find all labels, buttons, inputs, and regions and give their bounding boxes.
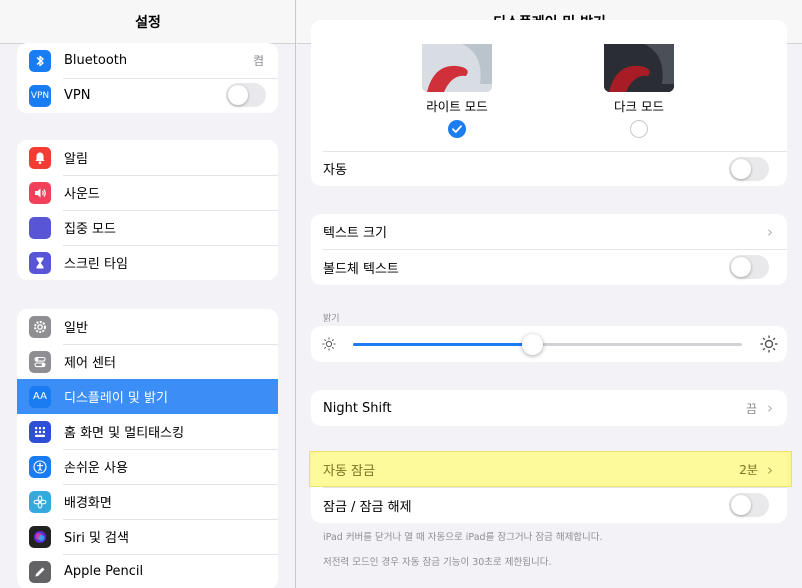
sun-small-icon (321, 336, 337, 356)
sidebar-group-general: 일반 제어 센터 AA 디스플레이 및 밝기 홈 화면 및 멀티태스킹 손쉬운 … (17, 309, 278, 588)
sidebar-item-accessibility[interactable]: 손쉬운 사용 (17, 449, 278, 484)
highlight-box (309, 451, 792, 487)
sidebar-group-notifications: 알림 사운드 집중 모드 스크린 타임 (17, 140, 278, 280)
sidebar-item-label: 디스플레이 및 밝기 (64, 391, 168, 406)
sidebar-group-connectivity: Bluetooth 켬 VPN VPN (17, 43, 278, 113)
bluetooth-status: 켬 (252, 54, 264, 68)
text-size-label: 텍스트 크기 (323, 226, 387, 241)
vpn-icon: VPN (29, 84, 51, 107)
brightness-section-label: 밝기 (323, 314, 340, 324)
toggles-icon (29, 350, 51, 373)
light-mode-checkmark-icon[interactable] (448, 120, 466, 138)
siri-icon (29, 525, 51, 548)
bell-icon (29, 146, 51, 169)
sidebar-item-label: 일반 (64, 321, 88, 336)
sidebar-item-label: 배경화면 (64, 496, 112, 511)
brightness-slider-fill (353, 343, 532, 346)
divider (323, 151, 787, 152)
sidebar-item-label: VPN (64, 88, 91, 103)
light-mode-label: 라이트 모드 (426, 99, 488, 114)
night-shift-label: Night Shift (323, 400, 392, 416)
sidebar: 설정 Bluetooth 켬 VPN VPN 알림 사운드 집중 모드 스크린 … (0, 0, 296, 588)
brightness-card (311, 326, 787, 362)
bold-text-label: 볼드체 텍스트 (323, 261, 399, 277)
bold-text-row: 볼드체 텍스트 (311, 249, 787, 285)
auto-appearance-label: 자동 (323, 163, 347, 178)
auto-lock-label-highlighted: 자동 잠금 (323, 464, 375, 479)
brightness-slider-thumb[interactable] (522, 334, 543, 355)
light-mode-preview[interactable] (422, 44, 492, 92)
gear-icon (29, 315, 51, 338)
pencil-icon (29, 560, 51, 583)
auto-lock-value-highlighted: 2분 (739, 463, 758, 477)
sidebar-item-label: 제어 센터 (64, 356, 116, 371)
lock-unlock-label: 잠금 / 잠금 해제 (323, 499, 412, 515)
auto-appearance-toggle[interactable] (729, 157, 769, 181)
sidebar-item-label: 스크린 타임 (64, 257, 128, 272)
flower-icon (29, 490, 51, 513)
sun-large-icon (759, 334, 779, 358)
sidebar-item-label: 홈 화면 및 멀티태스킹 (64, 426, 185, 441)
hourglass-icon (29, 251, 51, 274)
display-brightness-pane: 디스플레이 및 밝기 라이트 모드 다크 모드 자동 (297, 0, 802, 588)
sidebar-item-label: 알림 (64, 152, 88, 167)
sidebar-item-display-brightness[interactable]: AA 디스플레이 및 밝기 (17, 379, 278, 414)
chevron-right-icon: › (767, 399, 773, 417)
sidebar-item-label: Siri 및 검색 (64, 531, 129, 546)
sidebar-title: 설정 (0, 0, 295, 44)
sidebar-item-label: 손쉬운 사용 (64, 461, 128, 476)
moon-icon (29, 216, 51, 239)
sidebar-item-siri-search[interactable]: Siri 및 검색 (17, 519, 278, 554)
dark-mode-radio[interactable] (630, 120, 648, 138)
accessibility-icon (29, 455, 51, 478)
night-shift-card: Night Shift 끔 › (311, 390, 787, 426)
appearance-card: 라이트 모드 다크 모드 자동 (311, 20, 787, 186)
sidebar-item-wallpaper[interactable]: 배경화면 (17, 484, 278, 519)
bluetooth-icon (29, 49, 51, 72)
home-grid-icon (29, 420, 51, 443)
text-size-icon: AA (29, 385, 51, 408)
vpn-toggle[interactable] (226, 83, 266, 107)
dark-mode-label: 다크 모드 (614, 99, 664, 114)
lock-unlock-toggle[interactable] (729, 493, 769, 517)
speaker-icon (29, 181, 51, 204)
chevron-right-icon: › (767, 222, 773, 241)
night-shift-row[interactable]: Night Shift 끔 › (311, 390, 787, 426)
sidebar-item-bluetooth[interactable]: Bluetooth 켬 (17, 43, 278, 78)
sidebar-item-control-center[interactable]: 제어 센터 (17, 344, 278, 379)
sidebar-item-label: 사운드 (64, 187, 100, 202)
sidebar-item-label: Bluetooth (64, 53, 128, 68)
bold-text-toggle[interactable] (729, 255, 769, 279)
sidebar-item-notifications[interactable]: 알림 (17, 140, 278, 175)
lock-note-low-power: 저전력 모드인 경우 자동 잠금 기능이 30초로 제한됩니다. (323, 557, 552, 568)
brightness-slider-track[interactable] (353, 334, 742, 355)
lock-unlock-row: 잠금 / 잠금 해제 (311, 487, 787, 523)
sidebar-item-label: 집중 모드 (64, 222, 116, 237)
sidebar-item-label: Apple Pencil (64, 564, 144, 579)
text-size-row[interactable]: 텍스트 크기 › (311, 214, 787, 249)
sidebar-item-apple-pencil[interactable]: Apple Pencil (17, 554, 278, 588)
sidebar-item-general[interactable]: 일반 (17, 309, 278, 344)
sidebar-item-focus[interactable]: 집중 모드 (17, 210, 278, 245)
text-card: 텍스트 크기 › 볼드체 텍스트 (311, 214, 787, 285)
sidebar-item-sounds[interactable]: 사운드 (17, 175, 278, 210)
sidebar-item-vpn[interactable]: VPN VPN (17, 78, 278, 113)
dark-mode-preview[interactable] (604, 44, 674, 92)
sidebar-item-screen-time[interactable]: 스크린 타임 (17, 245, 278, 280)
night-shift-value: 끔 (745, 401, 757, 416)
lock-note-cover: iPad 커버를 닫거나 열 때 자동으로 iPad를 잠그거나 잠금 해제합니… (323, 532, 603, 543)
sidebar-item-home-screen[interactable]: 홈 화면 및 멀티태스킹 (17, 414, 278, 449)
chevron-right-icon: › (767, 460, 773, 479)
